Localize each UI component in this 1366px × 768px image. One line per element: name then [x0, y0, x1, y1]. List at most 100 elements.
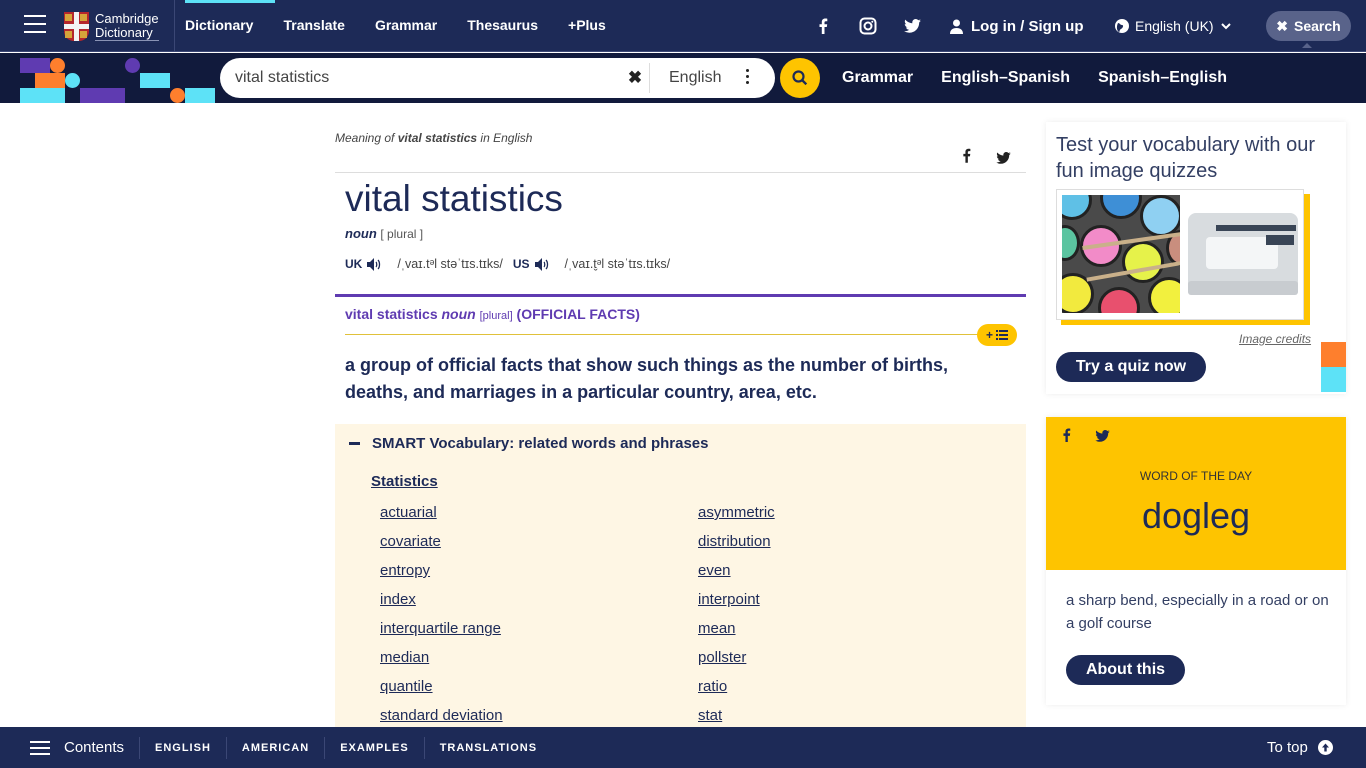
login-link[interactable]: Log in / Sign up — [950, 0, 1083, 52]
part-of-speech: noun [ plural ] — [345, 226, 423, 241]
paint-palette-image[interactable] — [1062, 195, 1180, 313]
uk-ipa: /ˌvaɪ.tᵊl stəˈtɪs.tɪks/ — [397, 257, 503, 271]
nav-translate[interactable]: Translate — [283, 0, 344, 52]
search-bar-section: ✖ English Grammar English–Spanish Spanis… — [0, 53, 1366, 103]
contents-toggle[interactable]: Contents — [30, 727, 124, 768]
cambridge-logo[interactable]: Cambridge Dictionary — [64, 11, 159, 41]
add-to-word-list-button[interactable]: + — [977, 324, 1017, 346]
sewing-machine-image[interactable] — [1184, 195, 1302, 313]
chevron-down-icon — [1220, 22, 1231, 29]
us-region-label: US — [512, 257, 530, 271]
related-word-link[interactable]: mean — [698, 619, 1016, 638]
quick-links: Grammar English–Spanish Spanish–English — [842, 53, 1255, 103]
related-word-link[interactable]: asymmetric — [698, 503, 1016, 522]
smart-vocabulary-toggle[interactable]: SMART Vocabulary: related words and phra… — [349, 435, 708, 452]
nav-dictionary[interactable]: Dictionary — [185, 0, 276, 52]
quick-link-grammar[interactable]: Grammar — [842, 53, 913, 103]
clear-search-icon[interactable]: ✖ — [625, 68, 645, 88]
related-word-link[interactable]: quantile — [380, 677, 698, 696]
try-quiz-button[interactable]: Try a quiz now — [1056, 352, 1206, 382]
sense-divider — [335, 294, 1026, 297]
quiz-promo-card: Test your vocabulary with our fun image … — [1046, 122, 1346, 394]
related-word-link[interactable]: even — [698, 561, 1016, 580]
section-link-examples[interactable]: EXAMPLES — [324, 736, 424, 759]
contents-label: Contents — [64, 739, 125, 756]
main-nav: Dictionary Translate Grammar Thesaurus +… — [185, 0, 636, 52]
list-icon — [996, 330, 1008, 340]
share-facebook-icon[interactable] — [962, 148, 971, 168]
related-word-link[interactable]: entropy — [380, 561, 698, 580]
wotd-label: WORD OF THE DAY — [1139, 469, 1253, 483]
logo-text-line1: Cambridge — [95, 10, 159, 26]
section-link-translations[interactable]: TRANSLATIONS — [423, 736, 552, 759]
us-audio-speaker-icon[interactable] — [534, 257, 551, 271]
related-word-link[interactable]: interquartile range — [380, 619, 698, 638]
related-word-link[interactable]: standard deviation — [380, 706, 698, 725]
nav-plus[interactable]: +Plus — [568, 0, 606, 52]
word-of-the-day-card: WORD OF THE DAY dogleg a sharp bend, esp… — [1046, 417, 1346, 705]
divider — [345, 334, 985, 335]
language-selector[interactable]: English (UK) — [1115, 0, 1231, 52]
plus-icon: + — [985, 328, 993, 342]
bottom-nav-bar: Contents ENGLISH AMERICAN EXAMPLES TRANS… — [0, 727, 1366, 768]
related-word-link[interactable]: distribution — [698, 532, 1016, 551]
pronunciation: UK /ˌvaɪ.tᵊl stəˈtɪs.tɪks/ US /ˌvaɪ.t̬ᵊl… — [345, 257, 670, 271]
headword: vital statistics — [345, 178, 563, 219]
quick-link-english-spanish[interactable]: English–Spanish — [941, 53, 1070, 103]
wotd-twitter-icon[interactable] — [1095, 429, 1110, 447]
search-toggle-button[interactable]: ✖ Search — [1266, 11, 1351, 48]
menu-icon[interactable] — [24, 15, 46, 33]
section-links: ENGLISH AMERICAN EXAMPLES TRANSLATIONS — [139, 727, 552, 768]
quick-link-spanish-english[interactable]: Spanish–English — [1098, 53, 1227, 103]
meaning-prefix: Meaning of — [335, 131, 398, 145]
dictionary-select[interactable]: English — [669, 58, 721, 98]
related-word-link[interactable]: ratio — [698, 677, 1016, 696]
us-ipa: /ˌvaɪ.t̬ᵊl stəˈtɪs.tɪks/ — [564, 257, 671, 271]
smart-vocabulary-title: SMART Vocabulary: related words and phra… — [372, 435, 709, 452]
related-words-list: actuarial asymmetric covariate distribut… — [380, 503, 1020, 725]
twitter-icon[interactable] — [904, 0, 921, 52]
smart-topic-link[interactable]: Statistics — [371, 473, 438, 490]
search-toggle-label: Search — [1294, 18, 1341, 34]
sense-word: vital statistics — [345, 306, 438, 322]
related-word-link[interactable]: pollster — [698, 648, 1016, 667]
share-twitter-icon[interactable] — [996, 151, 1011, 169]
cambridge-shield-icon — [64, 11, 89, 41]
globe-icon — [1115, 19, 1129, 33]
more-options-icon[interactable] — [742, 69, 752, 87]
section-link-american[interactable]: AMERICAN — [225, 736, 324, 759]
related-word-link[interactable]: median — [380, 648, 698, 667]
top-navbar: Cambridge Dictionary Dictionary Translat… — [0, 0, 1366, 52]
related-word-link[interactable]: interpoint — [698, 590, 1016, 609]
related-word-link[interactable]: index — [380, 590, 698, 609]
uk-audio-speaker-icon[interactable] — [367, 257, 383, 271]
image-credits-link[interactable]: Image credits — [1239, 332, 1311, 346]
nav-grammar[interactable]: Grammar — [375, 0, 437, 52]
definition-text: a group of official facts that show such… — [345, 355, 949, 402]
arrow-up-circle-icon — [1317, 740, 1333, 755]
nav-thesaurus[interactable]: Thesaurus — [467, 0, 538, 52]
wotd-facebook-icon[interactable] — [1062, 428, 1071, 447]
divider — [335, 172, 1026, 173]
related-word-link[interactable]: actuarial — [380, 503, 698, 522]
grammar-label: [ plural ] — [380, 227, 424, 241]
pos-label: noun — [345, 226, 377, 241]
to-top-button[interactable]: To top — [1267, 727, 1333, 768]
language-label: English (UK) — [1135, 18, 1214, 34]
meaning-caption: Meaning of vital statistics in English — [335, 131, 532, 145]
to-top-label: To top — [1267, 739, 1308, 756]
section-link-english[interactable]: ENGLISH — [139, 736, 226, 759]
about-this-button[interactable]: About this — [1066, 655, 1185, 685]
instagram-icon[interactable] — [859, 0, 877, 52]
user-icon — [950, 19, 963, 34]
decorative-square — [1321, 342, 1346, 367]
wotd-word[interactable]: dogleg — [1046, 495, 1346, 537]
menu-icon — [30, 740, 50, 755]
search-input[interactable] — [235, 69, 615, 87]
divider — [649, 63, 650, 93]
logo-text-line2: Dictionary — [95, 25, 159, 41]
facebook-icon[interactable] — [818, 0, 828, 52]
search-submit-button[interactable] — [780, 58, 820, 98]
related-word-link[interactable]: stat — [698, 706, 1016, 725]
related-word-link[interactable]: covariate — [380, 532, 698, 551]
